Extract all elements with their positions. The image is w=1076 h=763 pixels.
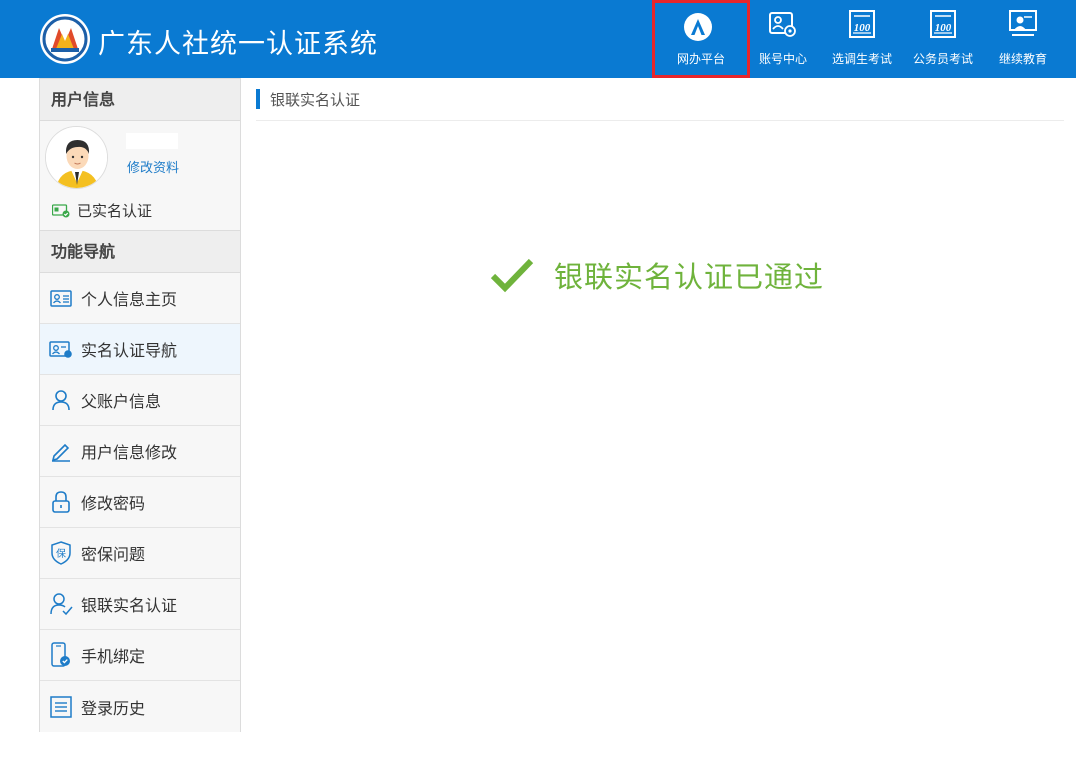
menu-parent-account[interactable]: 父账户信息 [40, 375, 240, 426]
menu-unionpay-verification[interactable]: 银联实名认证 [40, 579, 240, 630]
phone-icon [49, 642, 73, 667]
menu-label: 密保问题 [81, 545, 146, 564]
menu-label: 用户信息修改 [81, 443, 178, 462]
lock-icon [49, 490, 73, 514]
svg-text:保: 保 [56, 547, 66, 560]
nav-label: 选调生考试 [831, 52, 892, 66]
menu-label: 个人信息主页 [81, 290, 178, 309]
nav-civil-service-exam[interactable]: 100 公务员考试 [910, 0, 976, 78]
breadcrumb-marker [256, 89, 260, 109]
checkmark-icon [490, 258, 534, 293]
menu-phone-binding[interactable]: 手机绑定 [40, 630, 240, 681]
teacher-board-icon [1009, 10, 1037, 36]
menu-change-password[interactable]: 修改密码 [40, 477, 240, 528]
menu-label: 手机绑定 [81, 647, 146, 666]
shield-icon: 保 [49, 541, 73, 565]
app-title: 广东人社统一认证系统 [98, 29, 378, 60]
menu-label: 登录历史 [81, 698, 146, 718]
nav-account-center[interactable]: 账号中心 [752, 0, 814, 78]
logo [40, 14, 90, 64]
success-banner: 银联实名认证已通过 [490, 254, 824, 296]
menu-login-history[interactable]: 登录历史 [40, 681, 240, 732]
top-header: 广东人社统一认证系统 网办平台 账号中心 100 选调生考试 100 公务员考试… [0, 0, 1076, 78]
breadcrumb: 银联实名认证 [256, 88, 360, 110]
nav-label: 账号中心 [758, 52, 807, 66]
user-check-icon [49, 592, 73, 616]
account-settings-icon [769, 12, 796, 37]
avatar [45, 126, 108, 189]
menu-label: 修改密码 [81, 494, 146, 513]
divider [256, 120, 1064, 121]
nav-continuing-education[interactable]: 继续教育 [992, 0, 1054, 78]
nav-label: 网办平台 [676, 52, 725, 66]
function-nav-heading: 功能导航 [40, 231, 240, 273]
breadcrumb-current: 银联实名认证 [270, 90, 361, 109]
svg-text:100: 100 [854, 22, 871, 34]
list-icon [49, 695, 73, 719]
success-message: 银联实名认证已通过 [554, 260, 825, 294]
id-card-icon [49, 286, 73, 310]
menu-verification-nav[interactable]: 实名认证导航 [40, 324, 240, 375]
verified-status: 已实名认证 [52, 200, 152, 221]
nav-portal[interactable]: 网办平台 [652, 0, 750, 78]
user-info-heading: 用户信息 [40, 79, 240, 121]
menu-security-questions[interactable]: 保 密保问题 [40, 528, 240, 579]
edit-profile-link[interactable]: 修改资料 [127, 157, 179, 176]
exam-100-icon: 100 [930, 10, 956, 38]
nav-label: 继续教育 [998, 52, 1047, 66]
pencil-icon [49, 439, 73, 463]
svg-text:100: 100 [935, 22, 952, 34]
menu-personal-home[interactable]: 个人信息主页 [40, 273, 240, 324]
verify-card-icon [49, 337, 73, 361]
main-content: 银联实名认证 银联实名认证已通过 [256, 78, 1064, 763]
username-redacted [126, 133, 178, 149]
user-icon [49, 388, 73, 412]
portal-icon [684, 13, 712, 41]
menu-label: 父账户信息 [81, 392, 162, 411]
menu-label: 实名认证导航 [81, 341, 178, 360]
menu-label: 银联实名认证 [81, 596, 178, 615]
sidebar: 用户信息 修改资料 已实名认证 功能导航 个人信息主页 实名认证导航 父账户信息… [39, 78, 241, 732]
menu-edit-user-info[interactable]: 用户信息修改 [40, 426, 240, 477]
verified-card-icon [52, 203, 70, 217]
verified-label: 已实名认证 [77, 202, 153, 220]
exam-100-icon: 100 [849, 10, 875, 38]
nav-label: 公务员考试 [912, 52, 973, 66]
user-info-box: 修改资料 已实名认证 [40, 121, 240, 231]
nav-selection-exam[interactable]: 100 选调生考试 [828, 0, 896, 78]
